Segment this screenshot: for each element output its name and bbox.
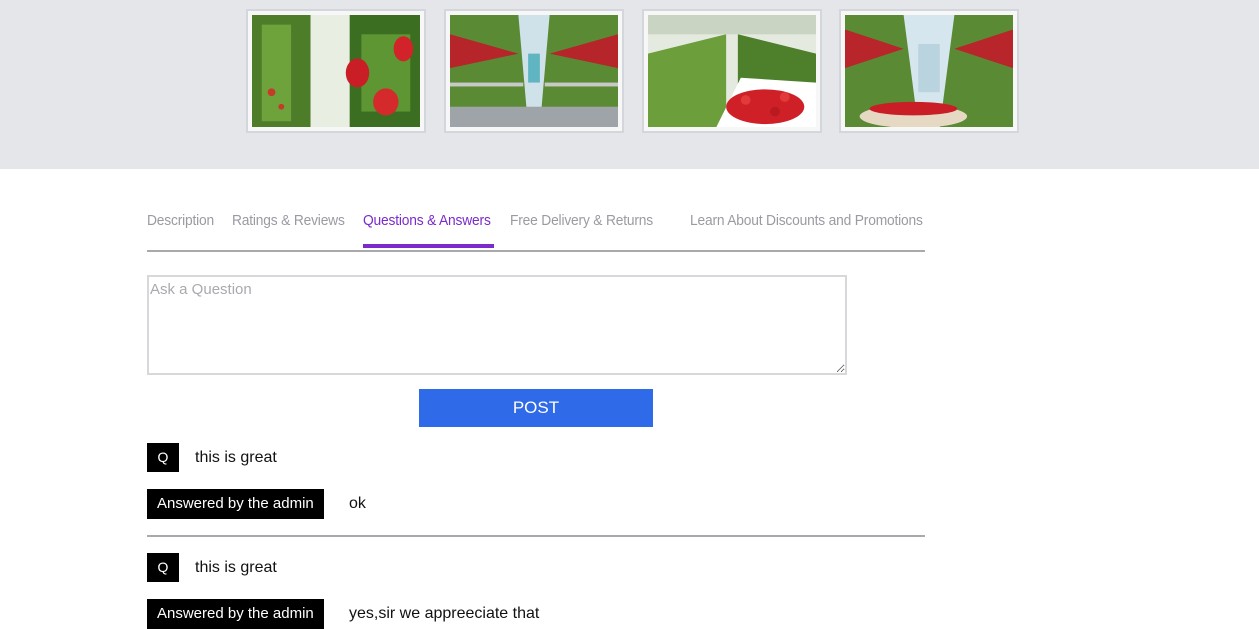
strawberry-plant-image: [252, 15, 420, 127]
tab-ratings-reviews[interactable]: Ratings & Reviews: [232, 212, 345, 229]
gallery-thumbnail-2[interactable]: [444, 9, 624, 133]
tab-questions-answers[interactable]: Questions & Answers: [363, 212, 491, 229]
gallery-thumbnail-1[interactable]: [246, 9, 426, 133]
question-badge: Q: [147, 443, 179, 472]
answer-text: ok: [349, 495, 366, 512]
tab-discounts-promotions[interactable]: Learn About Discounts and Promotions: [690, 212, 923, 229]
product-gallery: [0, 0, 1259, 169]
strawberry-greenhouse-image: [450, 15, 618, 127]
tab-description[interactable]: Description: [147, 212, 214, 229]
gallery-thumbnail-3[interactable]: [642, 9, 822, 133]
ask-question-input[interactable]: [147, 275, 847, 375]
question-text: this is great: [195, 449, 277, 466]
strawberry-basket-image: [648, 15, 816, 127]
post-button[interactable]: POST: [419, 389, 653, 427]
answer-badge: Answered by the admin: [147, 489, 324, 519]
answer-text: yes,sir we appreeciate that: [349, 605, 540, 622]
product-tabs: Description Ratings & Reviews Questions …: [147, 200, 925, 252]
answer-badge: Answered by the admin: [147, 599, 324, 629]
question-badge: Q: [147, 553, 179, 582]
question-text: this is great: [195, 559, 277, 576]
active-tab-indicator: [363, 244, 494, 248]
tab-free-delivery-returns[interactable]: Free Delivery & Returns: [510, 212, 653, 229]
qa-divider: [147, 535, 925, 537]
gallery-thumbnail-4[interactable]: [839, 9, 1019, 133]
strawberry-harvest-image: [845, 15, 1013, 127]
